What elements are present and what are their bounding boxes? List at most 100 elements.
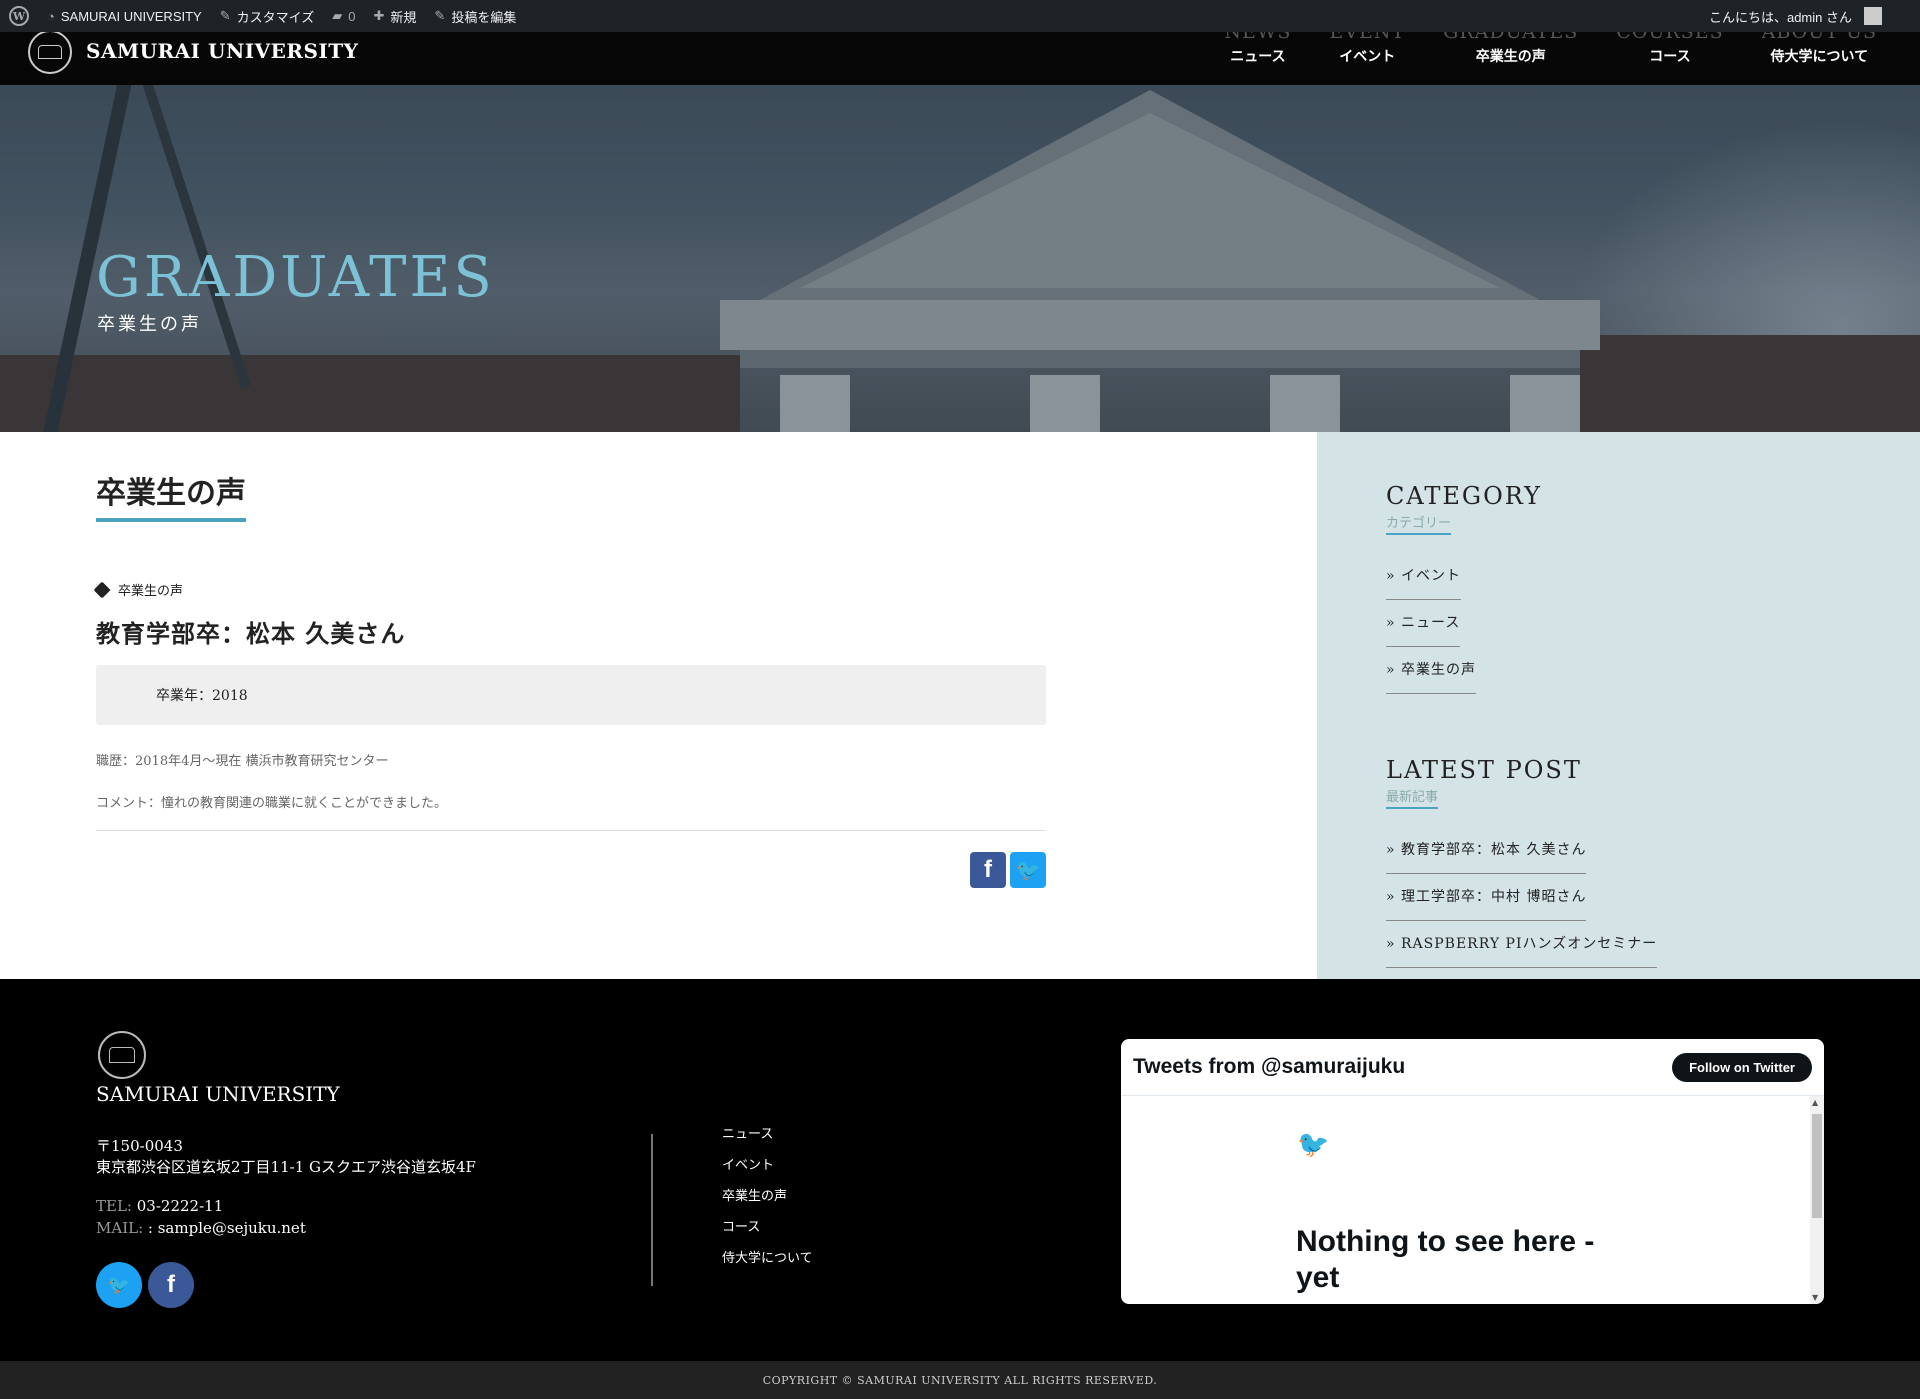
- twitter-timeline-widget: Tweets from @samuraijuku Follow on Twitt…: [1121, 1039, 1824, 1304]
- page-title: 卒業生の声: [96, 468, 246, 522]
- nav-item-ja: ニュース: [1230, 49, 1286, 65]
- admin-comments[interactable]: ▰ 0: [323, 0, 364, 32]
- admin-site-name-label: SAMURAI UNIVERSITY: [60, 8, 202, 24]
- wordpress-icon: W: [9, 6, 29, 26]
- facebook-icon: f: [984, 856, 992, 883]
- admin-greeting: こんにちは、admin さん: [1708, 9, 1852, 25]
- latest-post-widget: LATEST POST 最新記事 教育学部卒：松本 久美さん 理工学部卒：中村 …: [1386, 756, 1658, 968]
- post-title: 教育学部卒：松本 久美さん: [96, 619, 406, 648]
- twitter-empty-message: Nothing to see here - yet: [1296, 1225, 1595, 1294]
- twitter-icon: 🐦: [1015, 859, 1041, 882]
- site-brand[interactable]: SAMURAI UNIVERSITY: [28, 29, 359, 85]
- comment-text: コメント：憧れの教育関連の職業に就くことができました。: [96, 796, 448, 811]
- footer-logo-icon: [98, 1031, 146, 1079]
- admin-edit-post[interactable]: ✎ 投稿を編集: [425, 0, 525, 32]
- twitter-share-button[interactable]: 🐦: [1010, 852, 1046, 888]
- graduation-year: 卒業年：2018: [156, 688, 248, 704]
- hero-banner: GRADUATES 卒業生の声: [0, 85, 1920, 432]
- site-header: SAMURAI UNIVERSITY NEWS ニュース EVENT イベント …: [0, 22, 1920, 85]
- tag-icon: [96, 583, 114, 597]
- postal-code: 〒150-0043: [96, 1137, 183, 1155]
- footer-nav-news[interactable]: ニュース: [722, 1125, 813, 1156]
- footer-nav-courses[interactable]: コース: [722, 1218, 813, 1249]
- tel-line: TEL: 03-2222-11: [96, 1195, 306, 1217]
- scroll-up-icon[interactable]: ▲: [1812, 1098, 1818, 1107]
- mail-line: MAIL: : sample@sejuku.net: [96, 1217, 306, 1239]
- nav-item-about[interactable]: ABOUT US 侍大学について: [1743, 22, 1896, 85]
- site-footer: SAMURAI UNIVERSITY 〒150-0043 東京都渋谷区道玄坂2丁…: [0, 979, 1920, 1361]
- follow-on-twitter-button[interactable]: Follow on Twitter: [1672, 1052, 1812, 1082]
- footer-social: 🐦 f: [96, 1262, 194, 1308]
- category-tag-label: 卒業生の声: [118, 584, 184, 599]
- scroll-down-icon[interactable]: ▼: [1812, 1293, 1818, 1302]
- dashboard-icon: ◔: [47, 8, 55, 24]
- comment-icon: ▰: [332, 8, 343, 23]
- twitter-icon: 🐦: [107, 1274, 131, 1295]
- nav-item-ja: イベント: [1339, 49, 1396, 65]
- mail-label: MAIL:: [96, 1219, 144, 1237]
- twitter-link[interactable]: 🐦: [96, 1262, 142, 1308]
- facebook-icon: f: [167, 1271, 175, 1298]
- graduation-info-box: 卒業年：2018: [96, 665, 1046, 725]
- footer-contact: TEL: 03-2222-11 MAIL: : sample@sejuku.ne…: [96, 1195, 306, 1239]
- tel-value: 03-2222-11: [131, 1197, 224, 1215]
- facebook-link[interactable]: f: [148, 1262, 194, 1308]
- latest-post-link[interactable]: 教育学部卒：松本 久美さん: [1386, 827, 1587, 874]
- latest-post-link[interactable]: RASPBERRY PIハンズオンセミナー: [1386, 921, 1658, 968]
- mail-value: : sample@sejuku.net: [143, 1219, 306, 1237]
- latest-post-link[interactable]: 理工学部卒：中村 博昭さん: [1386, 874, 1587, 921]
- nav-item-ja: 卒業生の声: [1475, 49, 1546, 65]
- comments-count: 0: [348, 8, 356, 24]
- global-nav: NEWS ニュース EVENT イベント GRADUATES 卒業生の声 COU…: [1205, 22, 1896, 85]
- admin-site-name[interactable]: ◔ SAMURAI UNIVERSITY: [38, 0, 211, 32]
- career-text: 職歴：2018年4月～現在 横浜市教育研究センター: [96, 754, 389, 769]
- admin-new-label: 新規: [390, 9, 417, 25]
- twitter-widget-scrollbar[interactable]: ▲ ▼: [1810, 1096, 1824, 1304]
- hero-subtitle: 卒業生の声: [97, 314, 202, 335]
- wp-admin-bar: W ◔ SAMURAI UNIVERSITY ✎ カスタマイズ ▰ 0 ✚ 新規…: [0, 0, 1920, 32]
- twitter-widget-title[interactable]: Tweets from @samuraijuku: [1133, 1055, 1405, 1079]
- category-list: イベント ニュース 卒業生の声: [1386, 553, 1542, 694]
- copyright: COPYRIGHT © SAMURAI UNIVERSITY ALL RIGHT…: [0, 1361, 1920, 1399]
- twitter-widget-body: 🐦 Nothing to see here - yet ▲ ▼: [1121, 1096, 1824, 1304]
- admin-customize[interactable]: ✎ カスタマイズ: [211, 0, 324, 32]
- category-link-news[interactable]: ニュース: [1386, 600, 1461, 647]
- nav-item-courses[interactable]: COURSES コース: [1597, 22, 1742, 85]
- category-link-graduates[interactable]: 卒業生の声: [1386, 647, 1477, 694]
- nav-item-ja: コース: [1649, 49, 1691, 65]
- plus-icon: ✚: [373, 8, 385, 23]
- footer-nav-graduates[interactable]: 卒業生の声: [722, 1187, 813, 1218]
- twitter-widget-header: Tweets from @samuraijuku Follow on Twitt…: [1121, 1039, 1824, 1096]
- footer-nav-event[interactable]: イベント: [722, 1156, 813, 1187]
- category-subheading: カテゴリー: [1386, 512, 1452, 535]
- admin-customize-label: カスタマイズ: [236, 9, 315, 25]
- share-buttons: f 🐦: [970, 852, 1046, 888]
- nav-item-graduates[interactable]: GRADUATES 卒業生の声: [1424, 22, 1597, 85]
- post-category[interactable]: 卒業生の声: [96, 580, 183, 599]
- footer-nav-about[interactable]: 侍大学について: [722, 1249, 813, 1280]
- scrollbar-thumb[interactable]: [1812, 1114, 1822, 1218]
- site-name: SAMURAI UNIVERSITY: [86, 38, 359, 63]
- latest-heading: LATEST POST: [1386, 756, 1582, 784]
- latest-list: 教育学部卒：松本 久美さん 理工学部卒：中村 博昭さん RASPBERRY PI…: [1386, 827, 1658, 968]
- category-widget: CATEGORY カテゴリー イベント ニュース 卒業生の声: [1386, 482, 1542, 694]
- twitter-bird-icon: 🐦: [1297, 1130, 1330, 1160]
- footer-site-name: SAMURAI UNIVERSITY: [96, 1082, 340, 1106]
- admin-new[interactable]: ✚ 新規: [364, 0, 425, 32]
- sidebar: CATEGORY カテゴリー イベント ニュース 卒業生の声 LATEST PO…: [1317, 432, 1920, 979]
- divider: [96, 830, 1046, 831]
- nav-item-news[interactable]: NEWS ニュース: [1205, 22, 1310, 85]
- street-address: 東京都渋谷区道玄坂2丁目11-1 Gスクエア渋谷道玄坂4F: [96, 1158, 476, 1176]
- hero-title: GRADUATES: [96, 245, 495, 310]
- tel-label: TEL:: [96, 1197, 132, 1215]
- avatar: [1864, 7, 1882, 25]
- wp-logo-menu[interactable]: W: [0, 0, 38, 32]
- footer-divider: [651, 1134, 653, 1286]
- category-link-event[interactable]: イベント: [1386, 553, 1462, 600]
- admin-account[interactable]: こんにちは、admin さん: [1700, 0, 1920, 32]
- nav-item-event[interactable]: EVENT イベント: [1310, 22, 1424, 85]
- footer-address: 〒150-0043 東京都渋谷区道玄坂2丁目11-1 Gスクエア渋谷道玄坂4F: [96, 1136, 476, 1178]
- facebook-share-button[interactable]: f: [970, 852, 1006, 888]
- category-heading: CATEGORY: [1386, 482, 1542, 510]
- latest-subheading: 最新記事: [1386, 786, 1439, 809]
